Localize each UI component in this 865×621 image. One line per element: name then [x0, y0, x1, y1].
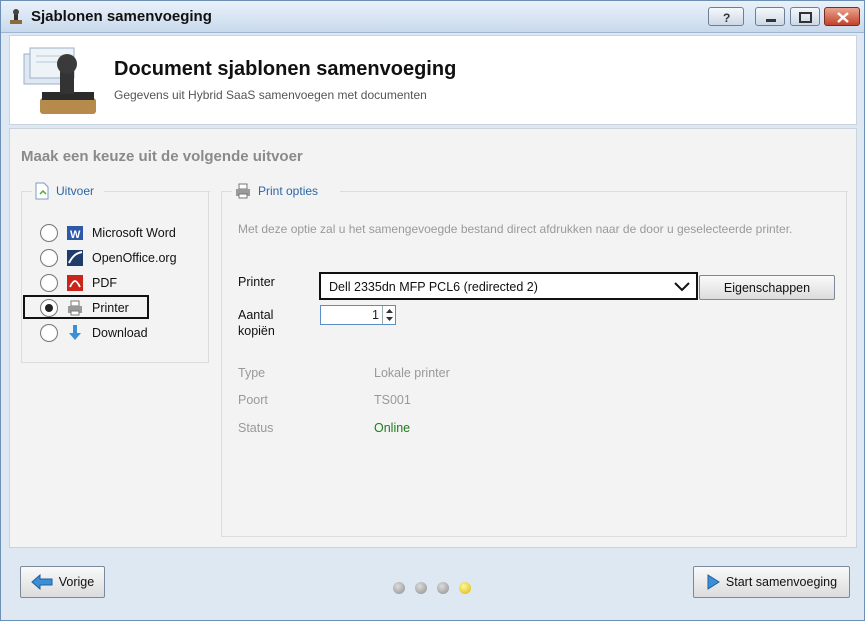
print-options-label: Print opties	[258, 184, 319, 198]
help-icon: ?	[723, 11, 730, 25]
document-icon	[35, 182, 49, 200]
minimize-icon	[766, 19, 776, 22]
printer-label: Printer	[238, 275, 275, 289]
status-value: Online	[374, 421, 411, 435]
copies-stepper[interactable]: 1	[320, 305, 396, 325]
page-title: Document sjablonen samenvoeging	[114, 58, 457, 80]
svg-text:?: ?	[723, 11, 730, 25]
copies-value: 1	[372, 308, 379, 322]
copies-label: Aantal kopiën	[238, 308, 275, 338]
group-border	[340, 191, 848, 192]
start-button-label: Start samenvoeging	[725, 575, 838, 589]
chevron-down-icon	[674, 282, 690, 292]
back-button[interactable]: Vorige	[20, 566, 105, 598]
radio-button[interactable]	[40, 324, 58, 342]
close-button[interactable]	[824, 7, 860, 26]
port-label: Poort	[238, 393, 268, 407]
option-pdf[interactable]: PDF	[40, 272, 117, 294]
page-subtitle: Gegevens uit Hybrid SaaS samenvoegen met…	[114, 88, 427, 102]
word-icon: W	[67, 226, 83, 241]
step-dot	[437, 582, 449, 594]
step-dot-active	[459, 582, 471, 594]
close-icon	[837, 12, 849, 23]
step-indicator	[393, 582, 471, 594]
title-bar: Sjablonen samenvoeging ?	[1, 1, 864, 33]
openoffice-icon	[67, 250, 83, 266]
status-label: Status	[238, 421, 274, 435]
maximize-icon	[799, 12, 812, 23]
back-arrow-icon	[31, 574, 53, 590]
printer-select[interactable]: Dell 2335dn MFP PCL6 (redirected 2)	[319, 272, 698, 300]
printer-select-value: Dell 2335dn MFP PCL6 (redirected 2)	[329, 280, 538, 294]
stepper-arrows[interactable]	[382, 306, 395, 324]
play-arrow-icon	[707, 574, 720, 590]
output-group-header: Uitvoer	[32, 181, 101, 201]
group-border	[22, 191, 32, 192]
radio-button[interactable]	[40, 224, 58, 242]
option-label: PDF	[92, 276, 117, 290]
type-value: Lokale printer	[374, 366, 450, 380]
header-banner: Document sjablonen samenvoeging Gegevens…	[9, 35, 857, 125]
properties-button[interactable]: Eigenschappen	[699, 275, 835, 300]
window-title: Sjablonen samenvoeging	[31, 8, 212, 25]
help-button[interactable]: ?	[708, 7, 744, 26]
print-options-group: Print opties	[221, 181, 848, 537]
port-value: TS001	[374, 393, 411, 407]
group-border	[222, 191, 232, 192]
option-microsoft-word[interactable]: W Microsoft Word	[40, 222, 176, 244]
svg-text:W: W	[70, 229, 81, 241]
option-openoffice[interactable]: OpenOffice.org	[40, 247, 177, 269]
back-button-label: Vorige	[58, 575, 95, 589]
group-border	[104, 191, 210, 192]
output-group-label: Uitvoer	[56, 184, 95, 198]
option-label: Download	[92, 326, 148, 340]
step-dot	[415, 582, 427, 594]
start-merge-button[interactable]: Start samenvoeging	[693, 566, 850, 598]
selected-option-highlight	[23, 295, 149, 319]
stamp-icon	[10, 9, 22, 24]
radio-button[interactable]	[40, 274, 58, 292]
up-down-arrow-icon	[386, 309, 393, 321]
pdf-icon	[67, 275, 83, 291]
printer-icon	[236, 183, 250, 199]
print-options-header: Print opties	[232, 181, 325, 201]
option-download[interactable]: Download	[40, 322, 148, 344]
main-panel: Maak een keuze uit de volgende uitvoer U…	[9, 128, 857, 548]
download-icon	[69, 325, 81, 340]
section-title: Maak een keuze uit de volgende uitvoer	[21, 148, 303, 165]
output-group: Uitvoer W Microsoft Word OpenOffice.org …	[21, 181, 210, 363]
merge-window: Sjablonen samenvoeging ? Document sjablo…	[0, 0, 865, 621]
option-label: Microsoft Word	[92, 226, 176, 240]
type-label: Type	[238, 366, 266, 380]
print-description: Met deze optie zal u het samengevoegde b…	[238, 222, 793, 236]
step-dot	[393, 582, 405, 594]
option-label: OpenOffice.org	[92, 251, 177, 265]
minimize-button[interactable]	[755, 7, 785, 26]
radio-button[interactable]	[40, 249, 58, 267]
maximize-button[interactable]	[790, 7, 820, 26]
stamp-document-icon	[23, 47, 96, 114]
